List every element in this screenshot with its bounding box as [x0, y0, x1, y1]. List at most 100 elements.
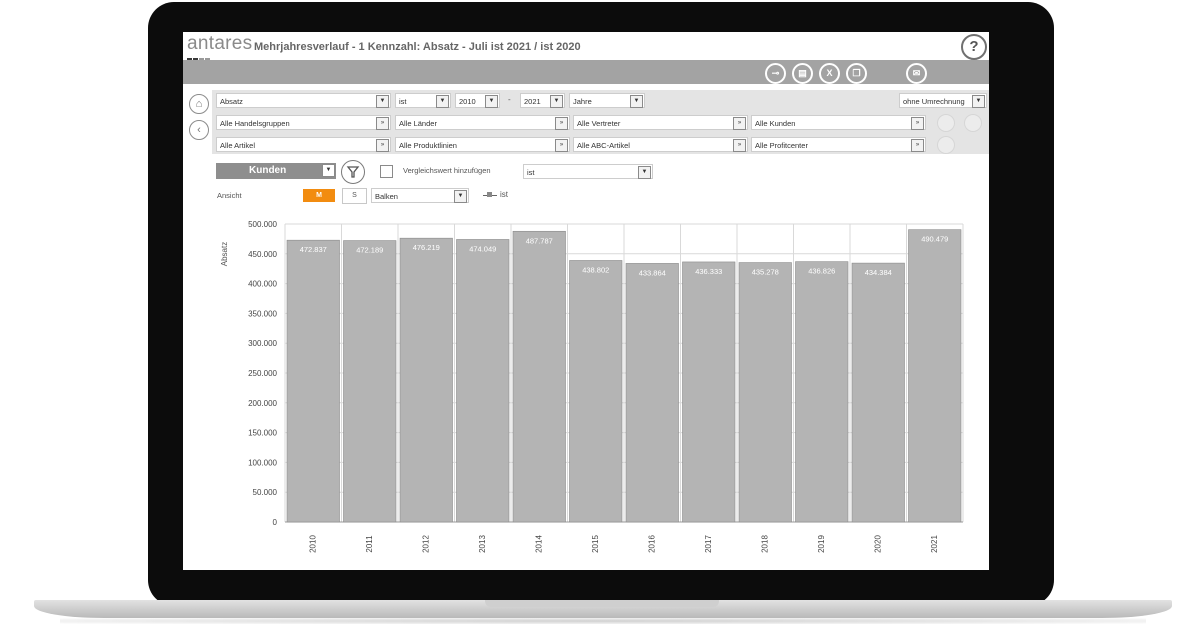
- home-icon[interactable]: ⌂: [189, 94, 209, 114]
- chevron-down-icon: ▼: [485, 95, 498, 108]
- excel-icon[interactable]: X: [819, 63, 840, 84]
- produktlinien-select[interactable]: Alle Produktlinien»: [395, 137, 570, 152]
- y-tick-label: 50.000: [253, 488, 278, 497]
- bar: [286, 239, 340, 523]
- x-tick-label: 2014: [534, 535, 543, 553]
- double-chevron-icon: »: [376, 139, 389, 152]
- legend-label: ist: [500, 190, 508, 199]
- bar-value-label: 490.479: [921, 235, 948, 244]
- x-tick-label: 2011: [365, 535, 374, 553]
- bar: [682, 261, 736, 523]
- chevron-down-icon: ▼: [638, 166, 651, 179]
- laptop-notch: [485, 600, 719, 607]
- compare-label: Vergleichswert hinzufügen: [403, 166, 491, 175]
- mail-icon[interactable]: ✉: [906, 63, 927, 84]
- page-title: Mehrjahresverlauf - 1 Kennzahl: Absatz -…: [254, 41, 581, 53]
- chart-type-select[interactable]: Balken ▼: [371, 188, 469, 203]
- bar-value-label: 435.278: [752, 268, 779, 277]
- view-s-button[interactable]: S: [342, 188, 367, 204]
- y-tick-label: 350.000: [248, 309, 277, 318]
- double-chevron-icon: »: [376, 117, 389, 130]
- y-tick-label: 500.000: [248, 220, 277, 229]
- bar: [569, 260, 623, 523]
- bar-value-label: 438.802: [582, 265, 609, 274]
- y-tick-label: 400.000: [248, 280, 277, 289]
- y-tick-label: 100.000: [248, 458, 277, 467]
- laptop-shadow: [60, 618, 1146, 624]
- copy-icon[interactable]: ❐: [846, 63, 867, 84]
- bar-value-label: 436.826: [808, 267, 835, 276]
- vertreter-select[interactable]: Alle Vertreter»: [573, 115, 748, 130]
- abc-artikel-select[interactable]: Alle ABC-Artikel»: [573, 137, 748, 152]
- bar-value-label: 476.219: [413, 243, 440, 252]
- kunden-select[interactable]: Alle Kunden»: [751, 115, 926, 130]
- view-label: Ansicht: [217, 191, 242, 200]
- bar-value-label: 433.864: [639, 268, 666, 277]
- x-tick-label: 2021: [930, 535, 939, 553]
- bar: [851, 262, 905, 523]
- chevron-down-icon: ▼: [550, 95, 563, 108]
- dimension-select[interactable]: Kunden ▼: [216, 163, 336, 179]
- x-tick-label: 2015: [591, 535, 600, 553]
- y-tick-label: 0: [273, 518, 278, 527]
- year-to-select[interactable]: 2021 ▼: [520, 93, 565, 108]
- bar-value-label: 472.837: [300, 245, 327, 254]
- x-tick-label: 2018: [760, 535, 769, 553]
- bar: [738, 262, 792, 523]
- period-select[interactable]: Jahre ▼: [569, 93, 645, 108]
- conversion-select[interactable]: ohne Umrechnung ▼: [899, 93, 987, 108]
- pin-icon[interactable]: [937, 136, 955, 154]
- artikel-select[interactable]: Alle Artikel»: [216, 137, 391, 152]
- x-tick-label: 2017: [704, 535, 713, 553]
- forward-icon[interactable]: [964, 114, 982, 132]
- app-screen: antares Mehrjahresverlauf - 1 Kennzahl: …: [183, 32, 989, 570]
- bar: [908, 229, 962, 523]
- filter-funnel-icon[interactable]: [341, 160, 365, 184]
- x-tick-label: 2020: [873, 535, 882, 553]
- back-icon[interactable]: ‹: [189, 120, 209, 140]
- bar-value-label: 487.787: [526, 236, 553, 245]
- x-tick-label: 2019: [817, 535, 826, 553]
- print-icon[interactable]: ▤: [792, 63, 813, 84]
- x-tick-label: 2013: [478, 535, 487, 553]
- profitcenter-select[interactable]: Alle Profitcenter»: [751, 137, 926, 152]
- compare-value-select[interactable]: ist ▼: [523, 164, 653, 179]
- bar-value-label: 434.384: [865, 268, 892, 277]
- bar: [456, 239, 510, 523]
- laender-select[interactable]: Alle Länder»: [395, 115, 570, 130]
- chevron-down-icon: ▼: [630, 95, 643, 108]
- chevron-down-icon: ▼: [322, 164, 335, 177]
- search-icon[interactable]: [937, 114, 955, 132]
- x-tick-label: 2016: [647, 535, 656, 553]
- toggle-icon[interactable]: ⊸: [765, 63, 786, 84]
- y-axis-label: Absatz: [220, 242, 229, 266]
- measure-select[interactable]: Absatz ▼: [216, 93, 391, 108]
- chevron-down-icon: ▼: [436, 95, 449, 108]
- y-tick-label: 300.000: [248, 339, 277, 348]
- year-from-select[interactable]: 2010 ▼: [455, 93, 500, 108]
- year-separator: -: [508, 95, 511, 104]
- help-button[interactable]: ?: [961, 34, 987, 60]
- bar-value-label: 474.049: [469, 244, 496, 253]
- bar: [625, 263, 679, 523]
- compare-checkbox[interactable]: [380, 165, 393, 178]
- legend-marker: [487, 192, 492, 197]
- x-tick-label: 2012: [421, 535, 430, 553]
- double-chevron-icon: »: [733, 139, 746, 152]
- bar: [795, 261, 849, 523]
- view-m-button[interactable]: M: [303, 189, 335, 202]
- bar: [343, 240, 397, 523]
- bar-chart: Absatz 500.000 450.000 400.000 350.000 300.00…: [220, 220, 964, 553]
- y-tick-label: 250.000: [248, 369, 277, 378]
- bar-value-label: 436.333: [695, 267, 722, 276]
- chevron-down-icon: ▼: [454, 190, 467, 203]
- value-type-select[interactable]: ist ▼: [395, 93, 451, 108]
- double-chevron-icon: »: [911, 117, 924, 130]
- y-tick-label: 200.000: [248, 399, 277, 408]
- double-chevron-icon: »: [555, 117, 568, 130]
- chevron-down-icon: ▼: [972, 95, 985, 108]
- logo-blocks: [187, 50, 215, 63]
- x-tick-label: 2010: [308, 535, 317, 553]
- handelsgruppen-select[interactable]: Alle Handelsgruppen»: [216, 115, 391, 130]
- bar: [512, 230, 566, 523]
